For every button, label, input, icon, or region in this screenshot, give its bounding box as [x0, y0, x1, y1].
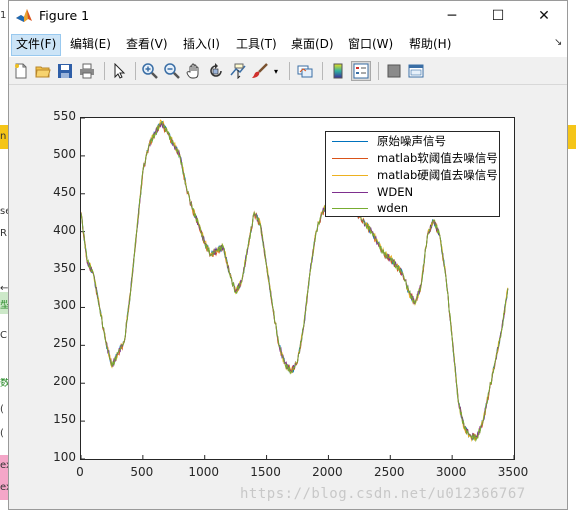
x-tick-label: 3000 [435, 465, 467, 479]
legend-label: WDEN [377, 185, 414, 199]
legend-swatch [332, 208, 368, 209]
background-fragment: ( [0, 428, 4, 439]
background-fragment: 数 [0, 378, 8, 389]
matlab-logo-icon [15, 7, 33, 25]
y-tick-label: 100 [53, 450, 76, 464]
x-tick-label: 1500 [250, 465, 281, 479]
background-fragment: 1 [0, 10, 7, 21]
print-icon[interactable] [77, 61, 97, 81]
background-window-left: 1 n se R ← 型 C 数 ( ( ex ex [0, 0, 8, 514]
zoom-in-icon[interactable] [140, 61, 160, 81]
rotate-icon[interactable] [206, 61, 226, 81]
menu-desktop[interactable]: 桌面(D) [287, 34, 338, 54]
y-tick-label: 250 [53, 336, 76, 351]
save-icon[interactable] [55, 61, 75, 81]
legend-swatch [332, 158, 368, 159]
background-fragment: C [0, 330, 7, 341]
legend-entry: matlab软阈值去噪信号 [332, 150, 498, 166]
close-button[interactable]: ✕ [521, 1, 567, 31]
background-fragment: ← [0, 283, 8, 294]
toolbar-separator [135, 62, 136, 80]
legend-label: matlab硬阈值去噪信号 [377, 168, 498, 182]
background-highlight-yellow [568, 125, 576, 149]
hide-plot-tools-icon[interactable] [384, 61, 404, 81]
legend-swatch [332, 175, 368, 176]
pointer-icon[interactable] [109, 61, 129, 81]
pan-icon[interactable] [184, 61, 204, 81]
y-tick-label: 200 [53, 374, 76, 389]
zoom-out-icon[interactable] [162, 61, 182, 81]
background-window-right [568, 0, 576, 514]
y-tick-label: 300 [53, 298, 76, 313]
background-fragment: ex [0, 460, 8, 471]
link-plot-icon[interactable] [295, 61, 315, 81]
background-fragment: ( [0, 404, 4, 415]
menu-tools[interactable]: 工具(T) [232, 34, 281, 54]
toolbar-separator [378, 62, 379, 80]
menu-window[interactable]: 窗口(W) [344, 34, 397, 54]
menu-bar: 文件(F) 编辑(E) 查看(V) 插入(I) 工具(T) 桌面(D) 窗口(W… [9, 31, 567, 57]
toolbar: ▾ [9, 58, 567, 85]
watermark: https://blog.csdn.net/u012366767 [240, 486, 526, 502]
toolbar-separator [322, 62, 323, 80]
legend-entry: wden [332, 200, 497, 216]
menu-overflow-icon[interactable]: ↘ [554, 37, 562, 48]
brush-icon[interactable] [250, 61, 270, 81]
legend-swatch [332, 192, 368, 193]
legend-label: wden [377, 201, 409, 215]
menu-view[interactable]: 查看(V) [122, 34, 172, 54]
legend-label: matlab软阈值去噪信号 [377, 151, 498, 165]
menu-edit[interactable]: 编辑(E) [66, 34, 115, 54]
brush-dropdown-icon[interactable]: ▾ [271, 61, 281, 81]
y-tick-label: 550 [53, 109, 76, 123]
menu-insert[interactable]: 插入(I) [179, 34, 224, 54]
y-tick-label: 450 [53, 184, 76, 199]
legend[interactable]: 原始噪声信号 matlab软阈值去噪信号 matlab硬阈值去噪信号 WDEN … [325, 131, 500, 217]
y-tick-label: 350 [53, 260, 76, 275]
toolbar-separator [104, 62, 105, 80]
x-tick-label: 1000 [188, 465, 219, 479]
legend-swatch [332, 141, 368, 142]
window-title: Figure 1 [39, 8, 90, 23]
colorbar-icon[interactable] [328, 61, 348, 81]
background-fragment: se [0, 206, 8, 217]
y-tick-label: 400 [53, 222, 76, 237]
menu-file[interactable]: 文件(F) [11, 34, 62, 56]
legend-entry: WDEN [332, 184, 497, 200]
legend-entry: matlab硬阈值去噪信号 [332, 167, 498, 183]
minimize-button[interactable]: ─ [429, 1, 475, 31]
toolbar-separator [289, 62, 290, 80]
maximize-button[interactable]: ☐ [475, 1, 521, 31]
data-cursor-icon[interactable] [228, 61, 248, 81]
x-tick-label: 500 [130, 465, 154, 479]
background-fragment: ex [0, 482, 8, 493]
legend-label: 原始噪声信号 [377, 134, 446, 148]
x-tick-label: 2500 [374, 465, 405, 479]
legend-icon[interactable] [351, 61, 371, 81]
x-tick-label: 2000 [312, 465, 343, 479]
background-fragment: n [0, 131, 7, 142]
x-tick-label: 3500 [497, 465, 529, 479]
menu-help[interactable]: 帮助(H) [405, 34, 455, 54]
new-figure-icon[interactable] [11, 61, 31, 81]
x-tick-label: 0 [76, 465, 84, 479]
background-fragment: 型 [0, 300, 8, 311]
show-plot-tools-icon[interactable] [406, 61, 426, 81]
y-tick-label: 150 [53, 412, 76, 427]
background-fragment: R [0, 228, 7, 239]
y-tick-label: 500 [53, 146, 76, 161]
title-bar[interactable]: Figure 1 ─ ☐ ✕ [9, 1, 567, 31]
open-file-icon[interactable] [33, 61, 53, 81]
legend-entry: 原始噪声信号 [332, 133, 497, 149]
